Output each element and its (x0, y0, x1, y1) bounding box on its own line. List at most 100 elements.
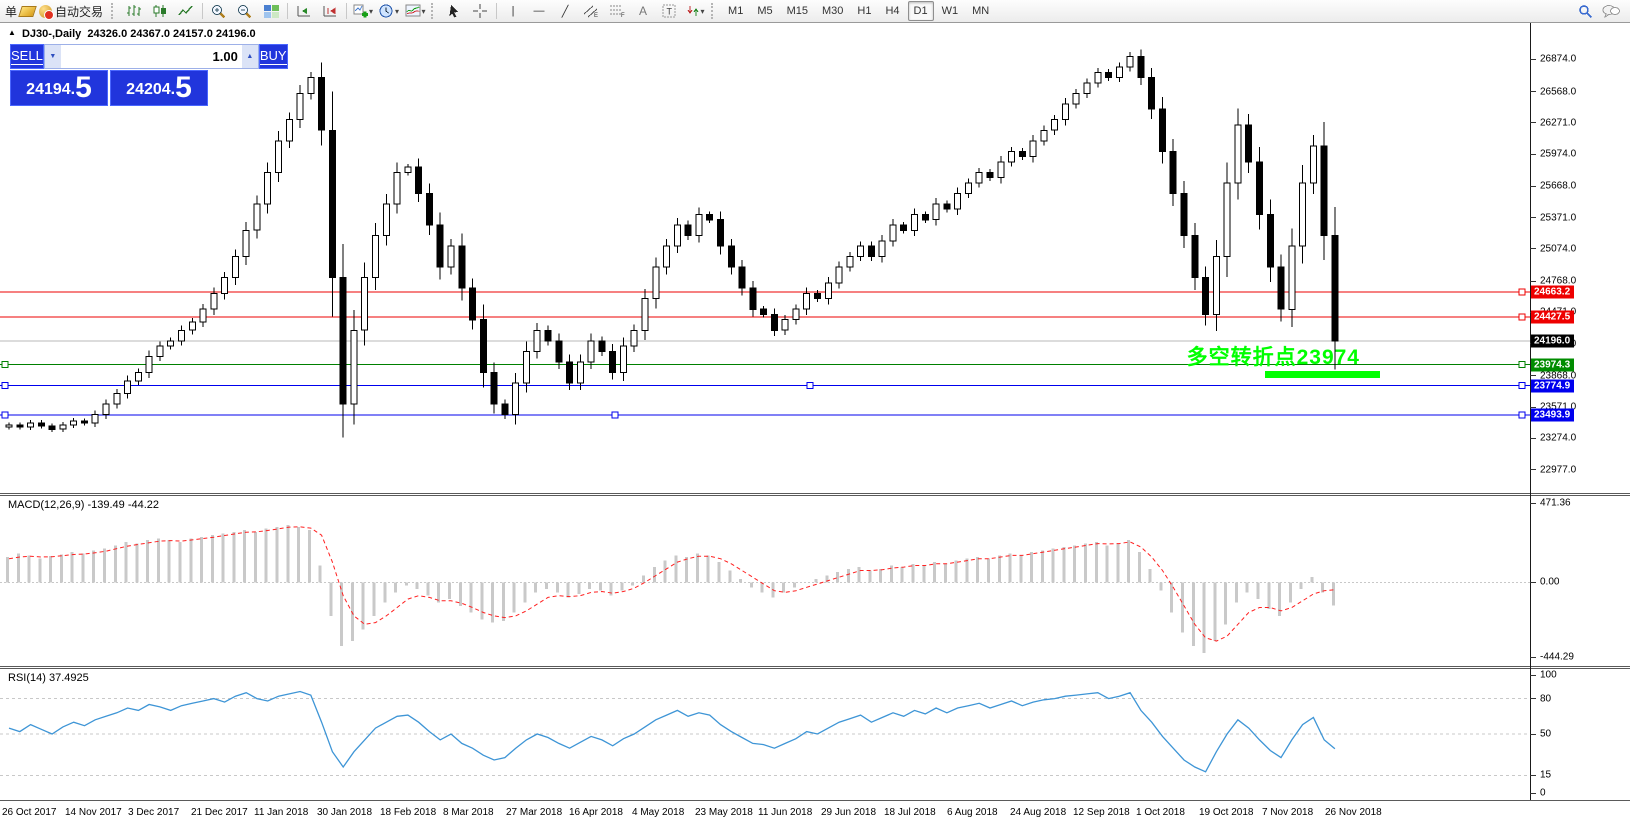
rsi-axis-tick (1530, 698, 1536, 699)
price-axis-tick (1530, 154, 1536, 155)
chart-window: ▲ DJ30-,Daily 24326.0 24367.0 24157.0 24… (0, 23, 1630, 822)
date-label: 30 Jan 2018 (317, 807, 372, 818)
bar-chart-button[interactable] (121, 1, 147, 21)
timeframe-w1[interactable]: W1 (936, 1, 965, 21)
price-axis-tick (1530, 375, 1536, 376)
text-label-tool[interactable]: T (656, 1, 682, 21)
date-label: 19 Oct 2018 (1199, 807, 1253, 818)
price-axis-tick (1530, 248, 1536, 249)
candlestick-plot[interactable] (0, 23, 1530, 493)
toolbar-separator (202, 3, 203, 19)
tile-windows-button[interactable] (258, 1, 284, 21)
trendline-tool[interactable]: ╱ (552, 1, 578, 21)
price-level-label-pivot-green: 23974.3 (1531, 358, 1574, 371)
date-label: 26 Oct 2017 (2, 807, 56, 818)
zoom-out-button[interactable] (232, 1, 258, 21)
toolbar-grip (111, 3, 118, 19)
date-label: 3 Dec 2017 (128, 807, 179, 818)
macd-indicator-label: MACD(12,26,9) -139.49 -44.22 (8, 499, 159, 511)
timeframe-d1[interactable]: D1 (908, 1, 934, 21)
toolbar-separator (287, 3, 288, 19)
date-label: 1 Oct 2018 (1136, 807, 1185, 818)
rsi-axis-label: 50 (1540, 729, 1551, 740)
arrows-tool[interactable]: ▾ (682, 1, 708, 21)
price-axis-tick (1530, 91, 1536, 92)
price-axis-label: 26271.0 (1540, 117, 1576, 128)
date-label: 8 Mar 2018 (443, 807, 494, 818)
price-axis-label: 22977.0 (1540, 464, 1576, 475)
date-label: 16 Apr 2018 (569, 807, 623, 818)
date-label: 12 Sep 2018 (1073, 807, 1130, 818)
date-label: 7 Nov 2018 (1262, 807, 1313, 818)
date-label: 11 Jun 2018 (758, 807, 812, 818)
timeframe-m5[interactable]: M5 (751, 1, 778, 21)
candlestick-chart-button[interactable] (147, 1, 173, 21)
rsi-indicator-label: RSI(14) 37.4925 (8, 672, 89, 684)
templates-button[interactable]: ▾ (402, 1, 428, 21)
horizontal-line-tool[interactable]: — (526, 1, 552, 21)
zoom-in-button[interactable] (206, 1, 232, 21)
candles (6, 49, 1338, 437)
timeframe-m15[interactable]: M15 (781, 1, 814, 21)
crosshair-button[interactable] (467, 1, 493, 21)
timeframe-mn[interactable]: MN (966, 1, 995, 21)
timeframe-h4[interactable]: H4 (879, 1, 905, 21)
auto-scroll-button[interactable] (291, 1, 317, 21)
rsi-axis-tick (1530, 775, 1536, 776)
pivot-annotation-text[interactable]: 多空转折点23974 (1130, 341, 1360, 371)
date-label: 24 Aug 2018 (1010, 807, 1066, 818)
chart-shift-button[interactable] (317, 1, 343, 21)
autotrade-button[interactable]: 自动交易 (37, 1, 108, 21)
panel-separator (0, 668, 1630, 669)
price-axis-tick (1530, 438, 1536, 439)
date-label: 26 Nov 2018 (1325, 807, 1382, 818)
search-icon[interactable] (1572, 1, 1598, 21)
rsi-plot[interactable] (0, 668, 1530, 800)
macd-axis-label: 471.36 (1540, 498, 1571, 509)
price-axis-label: 26874.0 (1540, 54, 1576, 65)
new-order-button[interactable]: 单 (0, 1, 37, 21)
mt4-terminal: 单 自动交易 ▾ ▾ ▾ | — ╱ E F A T ▾ M1M (0, 0, 1630, 822)
time-axis-separator (0, 800, 1630, 801)
panel-separator (0, 495, 1630, 496)
price-axis-tick (1530, 59, 1536, 60)
channel-tool[interactable]: E (578, 1, 604, 21)
panel-separator[interactable] (0, 666, 1630, 667)
toolbar-separator (496, 3, 497, 19)
text-tool[interactable]: A (630, 1, 656, 21)
panel-separator[interactable] (0, 493, 1630, 494)
cursor-button[interactable] (441, 1, 467, 21)
indicators-button[interactable]: ▾ (350, 1, 376, 21)
timeframe-m30[interactable]: M30 (816, 1, 849, 21)
svg-text:E: E (594, 13, 598, 18)
chat-icon[interactable] (1598, 1, 1624, 21)
top-toolbar: 单 自动交易 ▾ ▾ ▾ | — ╱ E F A T ▾ M1M (0, 0, 1630, 23)
price-axis-tick (1530, 122, 1536, 123)
line-chart-button[interactable] (173, 1, 199, 21)
macd-axis-tick (1530, 582, 1536, 583)
date-label: 21 Dec 2017 (191, 807, 248, 818)
svg-text:T: T (667, 7, 673, 17)
new-order-icon (18, 6, 37, 17)
price-axis-tick (1530, 281, 1536, 282)
rsi-axis-label: 100 (1540, 670, 1557, 681)
fibonacci-tool[interactable]: F (604, 1, 630, 21)
date-label: 14 Nov 2017 (65, 807, 122, 818)
toolbar-grip (711, 3, 718, 19)
price-axis-tick (1530, 186, 1536, 187)
price-axis-label: 23274.0 (1540, 433, 1576, 444)
rsi-axis-tick (1530, 734, 1536, 735)
macd-plot[interactable] (0, 495, 1530, 665)
price-axis-label: 25074.0 (1540, 243, 1576, 254)
timeframe-h1[interactable]: H1 (851, 1, 877, 21)
rsi-axis-tick (1530, 675, 1536, 676)
date-label: 29 Jun 2018 (821, 807, 876, 818)
timeframe-m1[interactable]: M1 (722, 1, 749, 21)
autotrade-label: 自动交易 (52, 3, 106, 20)
dropdown-arrow-icon: ▾ (369, 7, 373, 16)
price-level-label-resistance-1: 24663.2 (1531, 286, 1574, 299)
vertical-line-tool[interactable]: | (500, 1, 526, 21)
toolbar-grip (431, 3, 438, 19)
date-label: 4 May 2018 (632, 807, 684, 818)
periods-button[interactable]: ▾ (376, 1, 402, 21)
